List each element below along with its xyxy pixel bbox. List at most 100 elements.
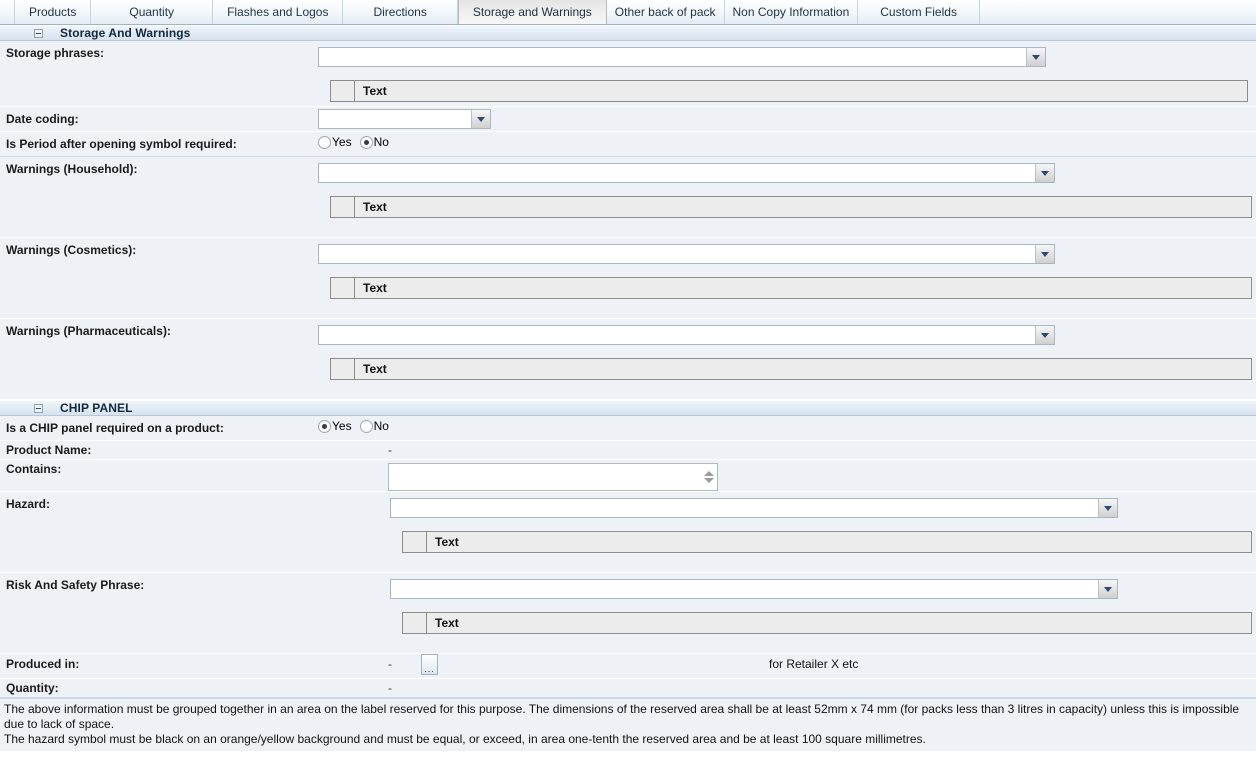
row-produced-in: Produced in: - ... for Retailer X etc [0, 654, 1256, 679]
tab-directions[interactable]: Directions [343, 0, 457, 24]
field-warnings-household: Text [310, 157, 1256, 237]
tab-non-copy-information[interactable]: Non Copy Information [725, 0, 859, 24]
quantity-value: - [388, 681, 392, 695]
date-coding-select-value [319, 110, 471, 128]
chevron-down-icon[interactable] [1035, 326, 1054, 344]
tab-label: Other back of pack [615, 5, 716, 19]
produced-in-note: for Retailer X etc [769, 657, 858, 671]
radio-label: Yes [331, 419, 352, 433]
contains-input[interactable] [389, 464, 700, 490]
row-hazard: Hazard: Text [0, 492, 1256, 573]
chevron-down-icon[interactable] [1026, 48, 1045, 66]
field-hazard: Text [310, 492, 1256, 572]
row-product-name: Product Name: - [0, 441, 1256, 460]
warnings-cosmetics-text-grid: Text [330, 277, 1252, 299]
spinner-arrows [700, 464, 717, 490]
collapse-minus-icon[interactable] [34, 404, 43, 413]
field-risk-and-safety-phrase: Text [310, 573, 1256, 653]
field-period-after-opening: Yes No [310, 132, 1256, 156]
produced-in-browse-button[interactable]: ... [421, 654, 438, 675]
contains-spinbox[interactable] [388, 463, 718, 491]
row-quantity: Quantity: - [0, 679, 1256, 698]
warnings-pharmaceuticals-select-value [319, 326, 1035, 344]
radio-circle-icon[interactable] [360, 420, 373, 433]
storage-phrases-text-grid: Text [330, 80, 1248, 102]
hazard-text-grid: Text [402, 531, 1252, 553]
row-period-after-opening: Is Period after opening symbol required:… [0, 132, 1256, 157]
tab-bar-filler [980, 0, 1256, 24]
grid-header-text: Text [427, 613, 1251, 633]
collapse-minus-icon[interactable] [34, 29, 43, 38]
chevron-down-icon[interactable] [471, 110, 490, 128]
warnings-cosmetics-select[interactable] [318, 244, 1055, 264]
row-risk-and-safety-phrase: Risk And Safety Phrase: Text [0, 573, 1256, 654]
footer-line-1: The above information must be grouped to… [4, 702, 1252, 732]
chevron-down-icon[interactable] [1035, 245, 1054, 263]
row-warnings-pharmaceuticals: Warnings (Pharmaceuticals): Text [0, 319, 1256, 400]
chip-required-radio-yes[interactable]: Yes [318, 419, 352, 433]
label-contains: Contains: [0, 460, 310, 491]
risk-and-safety-phrase-select[interactable] [390, 579, 1118, 599]
grid-select-column [403, 532, 427, 552]
label-period-after-opening: Is Period after opening symbol required: [0, 132, 310, 156]
hazard-select[interactable] [390, 498, 1118, 518]
radio-circle-icon[interactable] [360, 136, 373, 149]
radio-circle-icon[interactable] [318, 420, 331, 433]
tab-label: Non Copy Information [733, 5, 850, 19]
label-product-name: Product Name: [0, 441, 310, 459]
grid-header-text: Text [355, 278, 1251, 298]
grid-select-column [331, 278, 355, 298]
warnings-household-text-grid: Text [330, 196, 1252, 218]
section-title: Storage And Warnings [60, 26, 190, 40]
row-warnings-cosmetics: Warnings (Cosmetics): Text [0, 238, 1256, 319]
row-chip-required: Is a CHIP panel required on a product: Y… [0, 416, 1256, 441]
chevron-down-icon[interactable] [1098, 499, 1117, 517]
label-produced-in: Produced in: [0, 654, 310, 678]
section-header-storage-and-warnings: Storage And Warnings [0, 25, 1256, 41]
section-header-chip-panel: CHIP PANEL [0, 400, 1256, 416]
chip-required-radio-no[interactable]: No [360, 419, 389, 433]
chevron-up-icon[interactable] [704, 471, 714, 476]
tab-label: Flashes and Logos [227, 5, 328, 19]
tab-custom-fields[interactable]: Custom Fields [858, 0, 980, 24]
field-contains [310, 460, 1256, 491]
radio-label: No [373, 419, 389, 433]
warnings-household-select-value [319, 164, 1035, 182]
tab-flashes-and-logos[interactable]: Flashes and Logos [213, 0, 343, 24]
risk-and-safety-phrase-select-value [391, 580, 1098, 598]
tab-label: Custom Fields [880, 5, 957, 19]
warnings-cosmetics-select-value [319, 245, 1035, 263]
date-coding-select[interactable] [318, 109, 491, 129]
period-after-opening-radio-no[interactable]: No [360, 135, 389, 149]
tab-products[interactable]: Products [14, 0, 91, 24]
label-warnings-cosmetics: Warnings (Cosmetics): [0, 238, 310, 318]
label-warnings-household: Warnings (Household): [0, 157, 310, 237]
row-warnings-household: Warnings (Household): Text [0, 157, 1256, 238]
warnings-pharmaceuticals-select[interactable] [318, 325, 1055, 345]
tab-other-back-of-pack[interactable]: Other back of pack [607, 0, 725, 24]
risk-and-safety-phrase-text-grid: Text [402, 612, 1252, 634]
field-date-coding [310, 107, 1256, 131]
tab-label: Products [29, 5, 76, 19]
radio-label: No [373, 135, 389, 149]
period-after-opening-radio-yes[interactable]: Yes [318, 135, 352, 149]
chevron-down-icon[interactable] [1035, 164, 1054, 182]
label-hazard: Hazard: [0, 492, 310, 572]
warnings-household-select[interactable] [318, 163, 1055, 183]
label-chip-required: Is a CHIP panel required on a product: [0, 416, 310, 440]
storage-phrases-select[interactable] [318, 47, 1046, 67]
chevron-down-icon[interactable] [1098, 580, 1117, 598]
row-date-coding: Date coding: [0, 107, 1256, 132]
label-warnings-pharmaceuticals: Warnings (Pharmaceuticals): [0, 319, 310, 399]
tab-label: Quantity [129, 5, 174, 19]
radio-circle-icon[interactable] [318, 136, 331, 149]
field-produced-in: - ... for Retailer X etc [310, 654, 1256, 678]
tab-storage-and-warnings[interactable]: Storage and Warnings [458, 0, 607, 24]
chevron-down-icon[interactable] [704, 478, 714, 483]
tab-bar: Products Quantity Flashes and Logos Dire… [0, 0, 1256, 25]
tab-quantity[interactable]: Quantity [91, 0, 213, 24]
field-product-name: - [310, 441, 1256, 459]
hazard-select-value [391, 499, 1098, 517]
produced-in-value: - [388, 657, 392, 671]
warnings-pharmaceuticals-text-grid: Text [330, 358, 1252, 380]
